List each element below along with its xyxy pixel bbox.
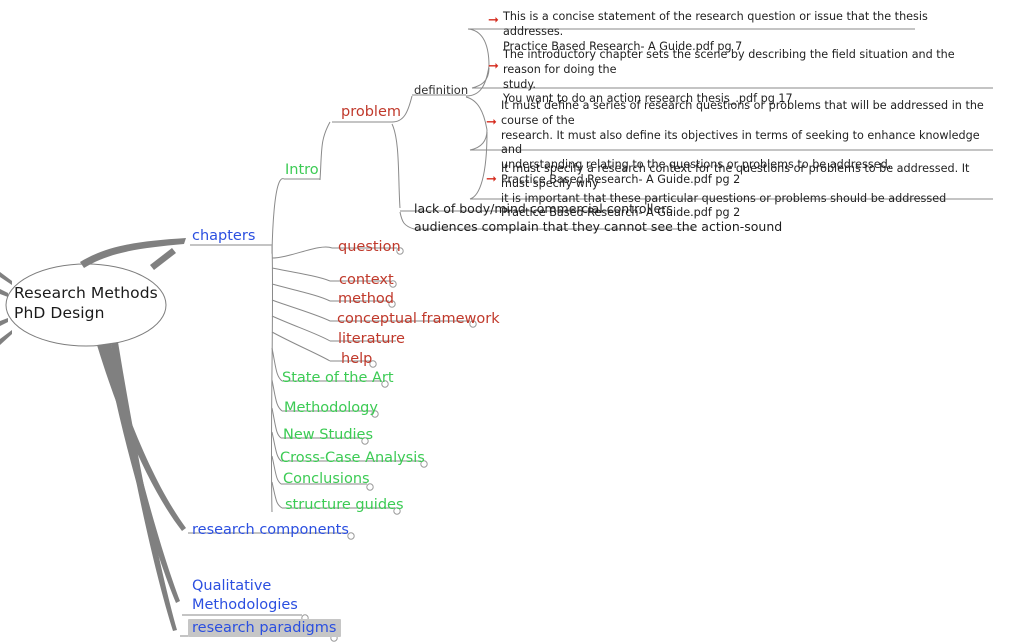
- node-chapters[interactable]: chapters: [192, 228, 255, 244]
- root-node-label[interactable]: Research Methods PhD Design: [14, 283, 174, 324]
- wire-chapters-intro: [271, 178, 285, 254]
- spine-definition: [465, 65, 490, 97]
- wire-def-note4: [469, 131, 488, 200]
- node-methodology[interactable]: Methodology: [284, 400, 378, 416]
- wire-chapters-literature: [271, 315, 331, 342]
- node-qualitative-methodologies[interactable]: Qualitative Methodologies: [192, 577, 298, 614]
- node-method[interactable]: method: [338, 291, 394, 307]
- node-context[interactable]: context: [339, 272, 394, 288]
- node-new-studies[interactable]: New Studies: [283, 427, 373, 443]
- trunk-research-components: [97, 344, 186, 531]
- wire-chapters-context: [271, 267, 331, 282]
- node-help[interactable]: help: [341, 351, 372, 367]
- node-question[interactable]: question: [338, 239, 401, 255]
- node-audiences-complain[interactable]: audiences complain that they cannot see …: [414, 220, 782, 234]
- wire-chapters-stateofart: [271, 347, 283, 382]
- note-block-4[interactable]: It must specify a research context for t…: [501, 162, 991, 221]
- wire-problem-audiences: [399, 211, 415, 230]
- wire-def-note3: [469, 129, 488, 151]
- node-structure-guides[interactable]: structure guides: [285, 497, 404, 513]
- wire-def-note2: [471, 67, 490, 89]
- arrow-right-icon: ➞: [486, 172, 497, 187]
- trunk-chapters: [80, 238, 186, 268]
- spine-problem-down: [391, 123, 401, 209]
- arrow-right-icon: ➞: [488, 13, 499, 28]
- spine-chapters: [270, 245, 274, 513]
- spine-definition2: [465, 96, 488, 131]
- node-problem[interactable]: problem: [341, 104, 401, 120]
- node-cross-case-analysis[interactable]: Cross-Case Analysis: [280, 450, 425, 466]
- node-intro[interactable]: Intro: [285, 162, 319, 178]
- wire-chapters-structure: [271, 481, 283, 509]
- wire-chapters-question: [271, 246, 333, 259]
- node-research-components[interactable]: research components: [192, 522, 349, 538]
- trunk-research-paradigms: [111, 342, 177, 631]
- arrow-right-icon: ➞: [488, 59, 499, 74]
- wire-chapters-help: [271, 331, 331, 362]
- spine-intro: [319, 121, 331, 181]
- arrow-right-icon: ➞: [486, 115, 497, 130]
- mindmap-canvas[interactable]: Research Methods PhD Design chapters Int…: [0, 0, 1024, 644]
- node-research-paradigms[interactable]: research paradigms: [188, 619, 342, 638]
- wire-chapters-method: [271, 283, 331, 302]
- wire-def-note1: [467, 28, 490, 67]
- trunk-qualitative: [104, 343, 180, 603]
- wire-chapters-framework: [271, 299, 331, 322]
- node-conclusions[interactable]: Conclusions: [283, 471, 370, 487]
- node-conceptual-framework[interactable]: conceptual framework: [337, 311, 500, 327]
- node-definition[interactable]: definition: [414, 84, 468, 97]
- node-state-of-the-art[interactable]: State of the Art: [282, 370, 394, 386]
- wire-chapters-methodology: [271, 379, 283, 412]
- node-literature[interactable]: literature: [338, 331, 405, 347]
- wire-chapters-newstudies: [271, 407, 282, 439]
